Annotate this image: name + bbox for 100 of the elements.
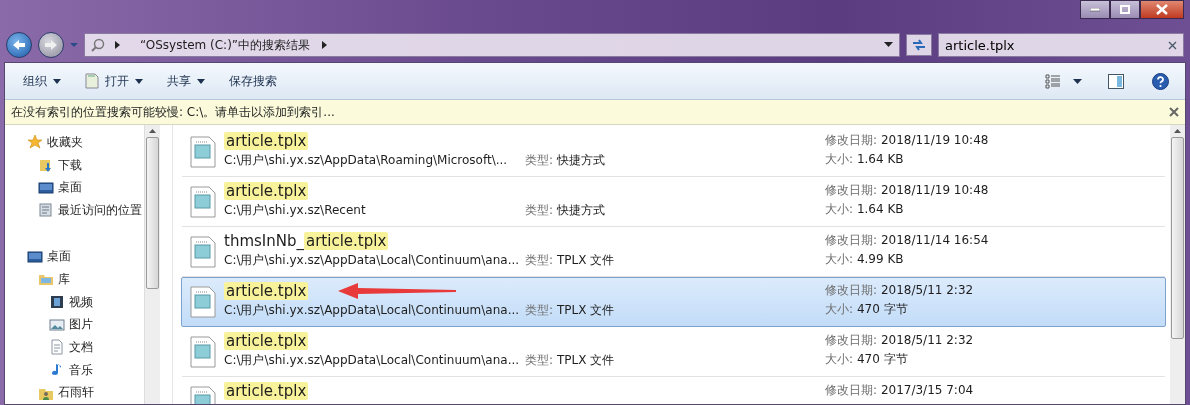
modified-date: 2018/11/19 10:48	[880, 133, 989, 147]
nav-tree-item[interactable]: 视频	[5, 290, 144, 314]
size-label: 大小:	[825, 352, 854, 366]
close-button[interactable]	[1140, 0, 1184, 19]
file-path: C:\用户\shi.yx.sz\AppData\Local\Continuum\ana...	[224, 352, 521, 369]
size-label: 大小:	[825, 152, 854, 166]
minimize-icon	[1090, 7, 1100, 12]
modified-date: 2018/11/14 16:54	[880, 233, 989, 247]
sidebar-scrollbar[interactable]	[144, 125, 160, 404]
file-path: C:\用户\shi.yx.sz\AppData\Local\Continuum\ana...	[224, 252, 521, 269]
desktop-icon	[38, 179, 54, 196]
maximize-button[interactable]	[1110, 0, 1140, 19]
forward-arrow-icon	[44, 39, 58, 51]
result-row[interactable]: article.tplx C:\用户\shi.yx.sz\AppData\Roaming\Microsoft\... 类型: 快捷方式 修改日期: 2018/11/19 10:48 大小: 1.64 KB	[181, 127, 1166, 177]
results-scrollbar[interactable]	[1170, 125, 1185, 404]
date-label: 修改日期:	[825, 133, 878, 147]
modified-date: 2017/3/15 7:04	[880, 383, 974, 397]
file-path: C:\用户\shi.yx.sz\AppData\Local\Continuum\ana...	[224, 302, 521, 319]
download-icon	[38, 157, 54, 173]
back-arrow-icon	[12, 39, 26, 51]
file-size: 1.64 KB	[856, 202, 904, 216]
back-button[interactable]	[6, 32, 32, 58]
date-label: 修改日期:	[825, 233, 878, 247]
info-bar[interactable]: 在没有索引的位置搜索可能较慢: C:\。请单击以添加到索引...	[5, 100, 1185, 125]
nav-item-label: 桌面	[47, 248, 71, 266]
toolbar-button[interactable]: 打开	[75, 69, 153, 93]
dropdown-icon	[197, 78, 205, 84]
refresh-arrows-icon	[911, 38, 927, 52]
nav-tree-item[interactable]: 图片	[5, 313, 144, 337]
file-name: thmsInNb_article.tplx	[224, 232, 390, 250]
nav-tree-item[interactable]: 音乐	[5, 358, 144, 382]
toolbar-button[interactable]: 保存搜索	[219, 69, 287, 93]
result-row[interactable]: article.tplx C:\用户\shi.yx.sz\AppData\Local\Continuum\ana... 类型: TPLX 文件 修改日期: 2018/5/11 2:32 大小: 470 字节	[181, 277, 1166, 327]
help-icon	[1152, 72, 1169, 90]
file-path: C:\用户\shi.yx.sz\Recent	[224, 202, 367, 219]
minimize-button[interactable]	[1080, 0, 1110, 19]
date-label: 修改日期:	[825, 183, 878, 197]
scroll-up-icon	[1174, 129, 1181, 133]
nav-item-label: 音乐	[69, 361, 93, 379]
toolbar-button[interactable]: 共享	[157, 69, 215, 93]
document-icon	[49, 339, 65, 356]
nav-tree-item[interactable]: 最近访问的位置	[5, 199, 144, 222]
nav-tree-item[interactable]: 库	[5, 268, 144, 291]
file-name: article.tplx	[224, 132, 310, 150]
recent-icon	[38, 202, 54, 219]
date-label: 修改日期:	[825, 283, 878, 297]
search-field[interactable]: article.tplx	[938, 33, 1184, 57]
result-row[interactable]: article.tplx C:\用户\shi.yx.sz\AppData\Local\Continuum\ana... 类型: TPLX 文件 修改日期: 2018/5/11 2:32 大小: 470 字节	[181, 327, 1166, 377]
clear-search-icon[interactable]	[1168, 41, 1177, 50]
file-size: 470 字节	[856, 352, 908, 366]
maximize-icon	[1120, 5, 1130, 14]
forward-button[interactable]	[38, 32, 64, 58]
date-label: 修改日期:	[825, 383, 878, 397]
dropdown-icon[interactable]	[1073, 78, 1082, 84]
dropdown-icon	[135, 78, 143, 84]
result-row[interactable]: article.tplx C:\用户\shi.yx.sz\Recent 类型: 快捷方式 修改日期: 2018/11/19 10:48 大小: 1.64 KB	[181, 177, 1166, 227]
info-bar-message: 在没有索引的位置搜索可能较慢: C:\。请单击以添加到索引...	[11, 103, 335, 121]
size-label: 大小:	[825, 202, 854, 216]
chevron-icon	[321, 40, 327, 49]
dropdown-icon[interactable]	[884, 42, 893, 48]
nav-item-label: 收藏夹	[47, 133, 83, 151]
nav-tree-item[interactable]: 文档	[5, 336, 144, 359]
nav-item-label: 图片	[69, 316, 93, 334]
close-icon	[1156, 4, 1168, 15]
file-icon	[188, 235, 218, 269]
location-text: “OSsystem (C:)”中的搜索结果	[130, 36, 874, 54]
nav-tree-item[interactable]: 桌面	[5, 176, 144, 199]
close-icon[interactable]	[1169, 107, 1179, 117]
chevron-icon	[115, 41, 120, 49]
file-type: TPLX 文件	[556, 303, 615, 317]
modified-date: 2018/11/19 10:48	[880, 183, 989, 197]
nav-tree-item[interactable]: 收藏夹	[5, 131, 144, 154]
refresh-button[interactable]	[906, 34, 932, 56]
nav-tree-item[interactable]: 下载	[5, 153, 144, 177]
file-size: 4.99 KB	[856, 252, 904, 266]
desktop-icon	[27, 248, 43, 265]
file-path: C:\用户\shi.yx.sz\AppData\Roaming\Microsoft\...	[224, 152, 509, 169]
type-label: 类型:	[525, 303, 554, 317]
file-size: 1.64 KB	[856, 152, 904, 166]
nav-item-label: 库	[58, 270, 70, 288]
toolbar-button[interactable]: 组织	[13, 69, 71, 93]
nav-tree-item[interactable]: 桌面	[5, 245, 144, 268]
video-icon	[49, 294, 65, 310]
nav-item-label: 最近访问的位置	[58, 201, 142, 219]
type-label: 类型:	[525, 153, 554, 167]
type-label: 类型:	[525, 353, 554, 367]
preview-pane-icon	[1108, 73, 1124, 89]
document-icon	[85, 73, 99, 89]
file-icon	[188, 335, 218, 369]
type-label: 类型:	[525, 203, 554, 217]
file-type: 快捷方式	[556, 153, 605, 167]
nav-tree-item[interactable]: 石雨轩	[5, 381, 144, 404]
file-name: article.tplx	[224, 382, 310, 400]
size-label: 大小:	[825, 302, 854, 316]
file-icon	[188, 185, 218, 219]
star-icon	[27, 134, 43, 151]
nav-item-label: 桌面	[58, 179, 82, 197]
result-row[interactable]: article.tplx 修改日期: 2017/3/15 7:04	[181, 377, 1166, 404]
file-type: TPLX 文件	[556, 253, 615, 267]
address-bar[interactable]: “OSsystem (C:)”中的搜索结果	[84, 33, 900, 57]
